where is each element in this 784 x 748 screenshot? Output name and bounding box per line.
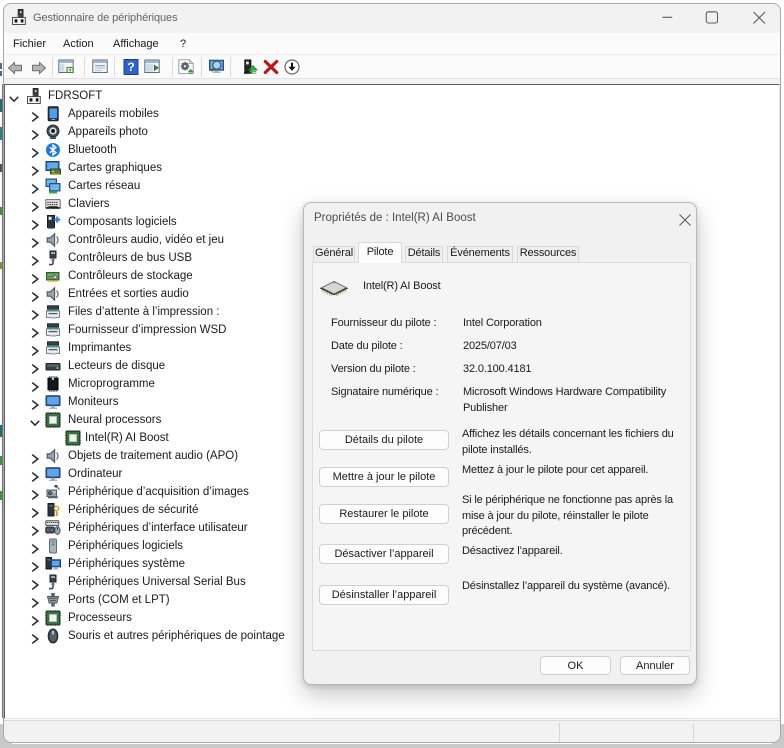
svg-text:?: ? xyxy=(127,60,134,74)
